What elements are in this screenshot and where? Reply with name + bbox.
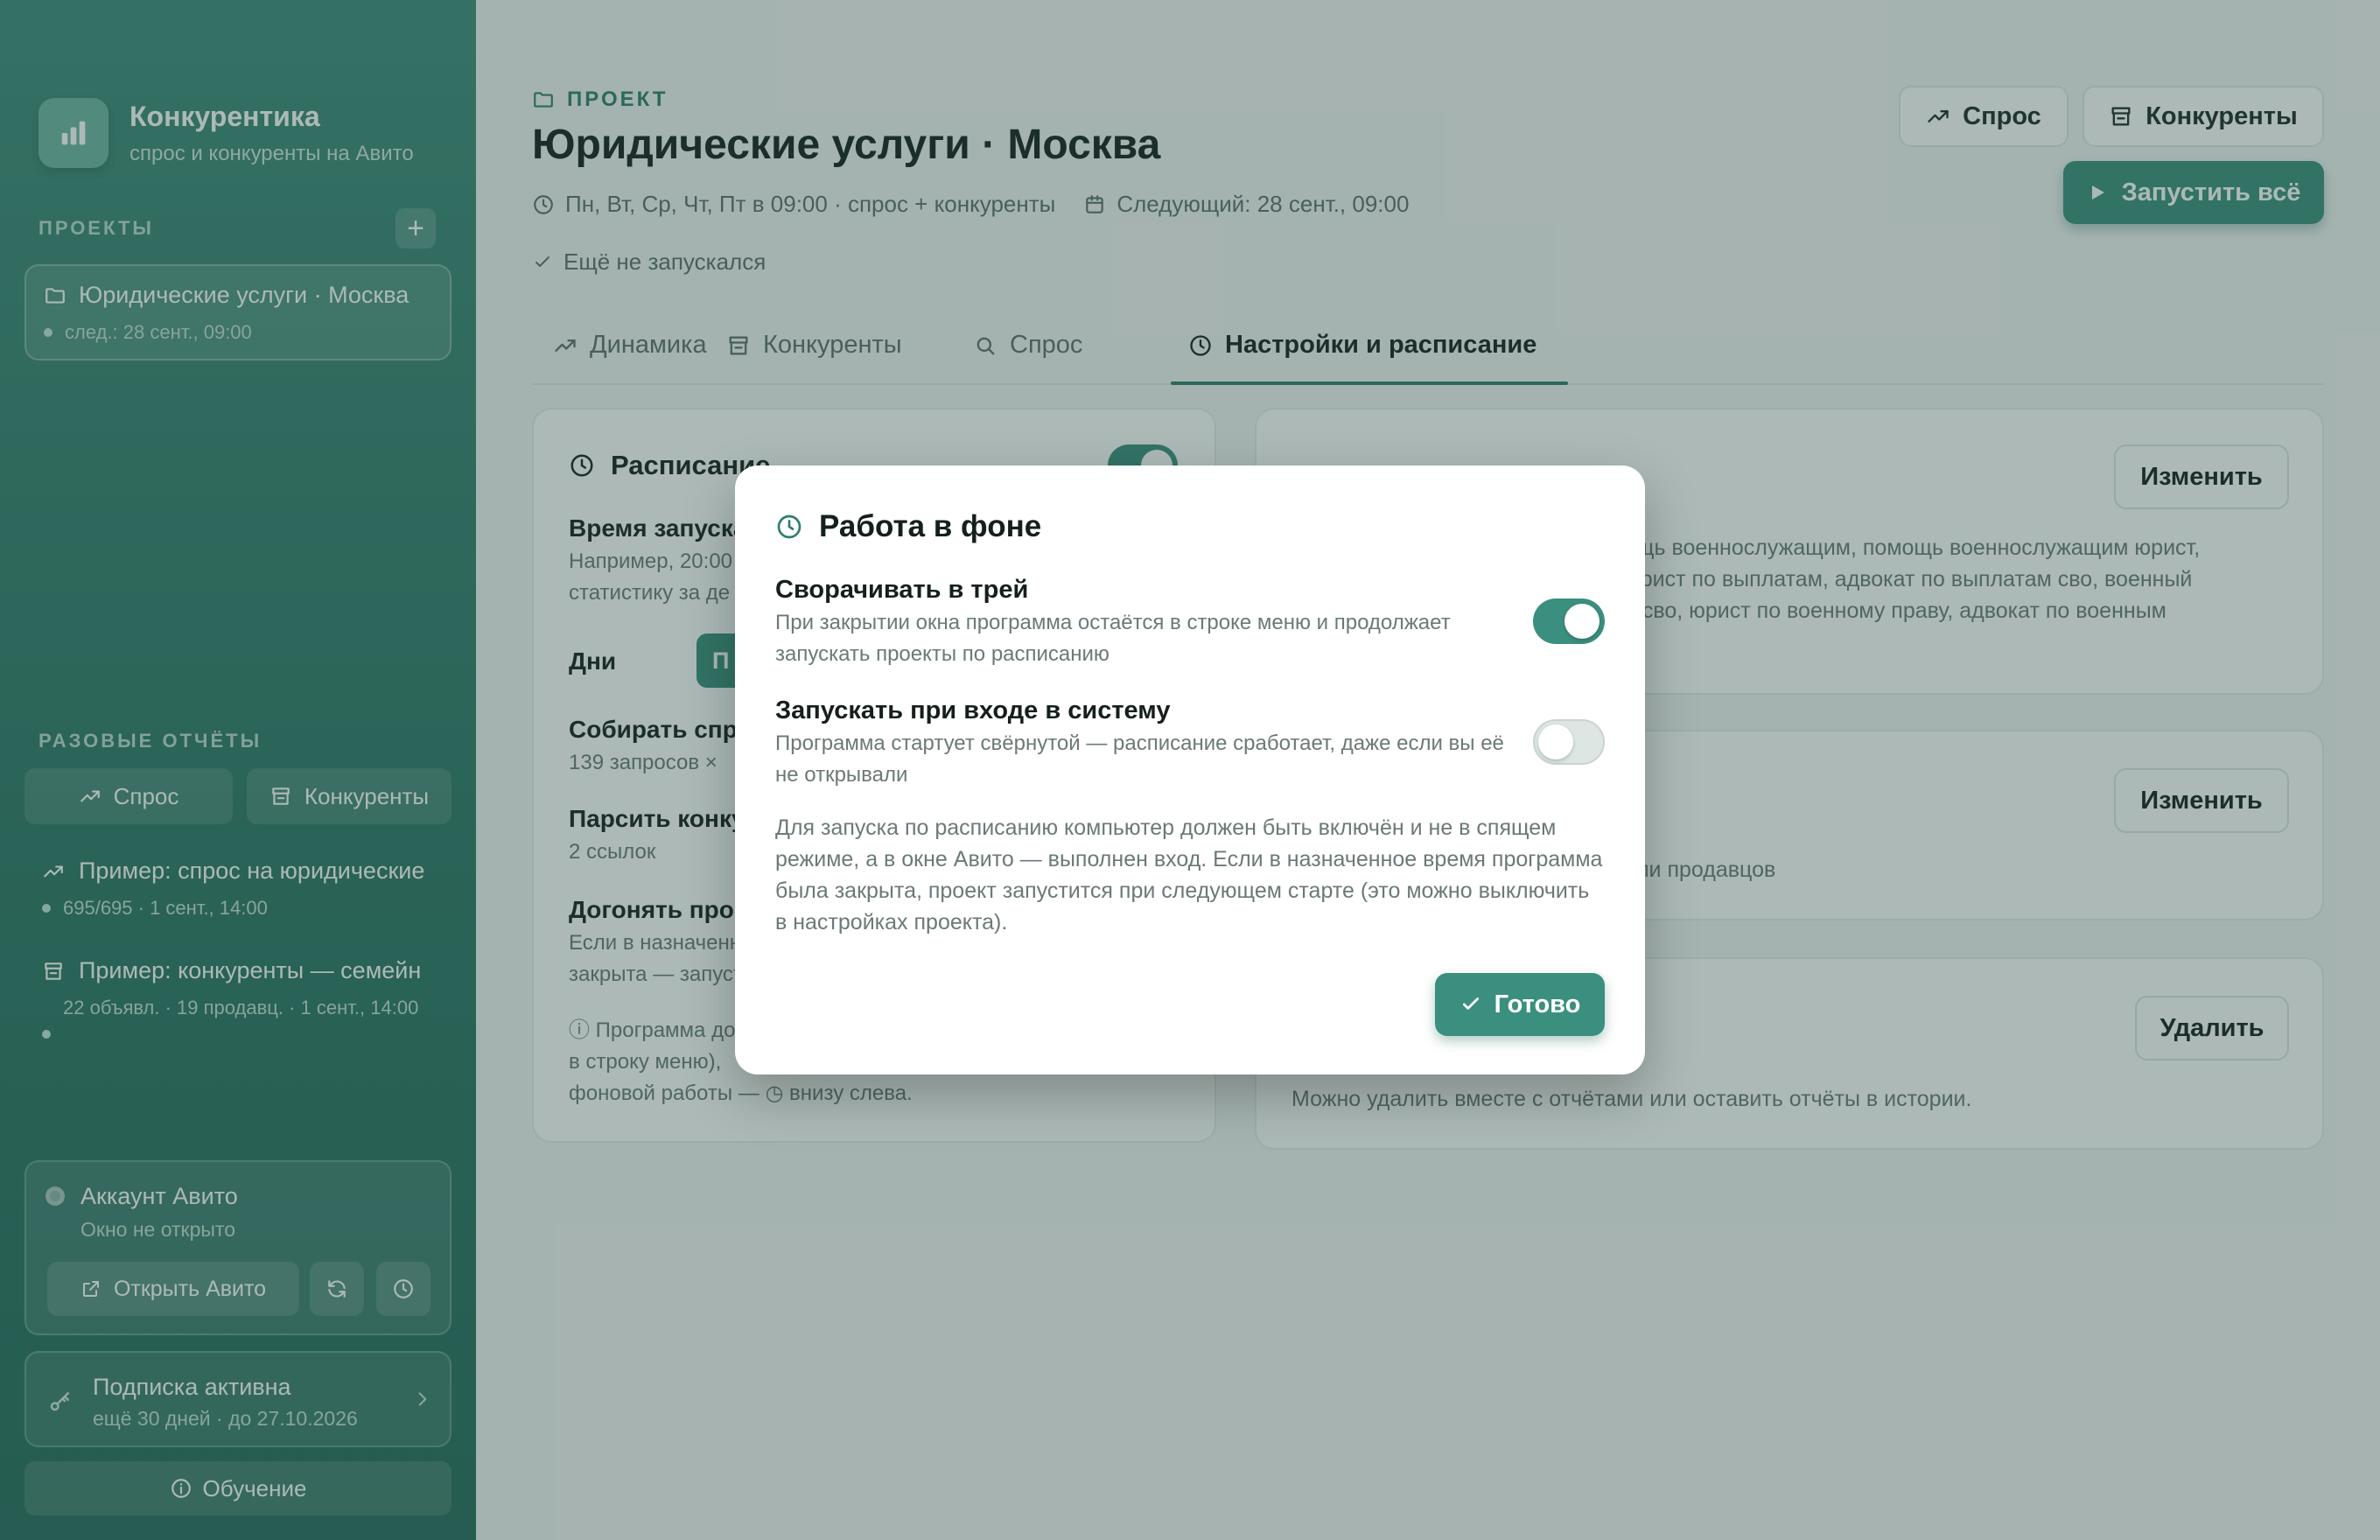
clock-icon [775, 513, 819, 541]
toggle-knob [1538, 724, 1573, 760]
launch-at-login-toggle[interactable] [1533, 719, 1605, 765]
dialog-title: Работа в фоне [819, 509, 1042, 543]
minimize-to-tray-label: Сворачивать в трей [775, 576, 1029, 604]
done-button[interactable]: Готово [1435, 973, 1605, 1036]
schedule-requirements-note: Для запуска по расписанию компьютер долж… [775, 816, 1603, 934]
minimize-to-tray-description: При закрытии окна программа остаётся в с… [775, 611, 1451, 666]
launch-at-login-label: Запускать при входе в систему [775, 696, 1171, 724]
minimize-to-tray-toggle[interactable] [1533, 598, 1605, 644]
background-mode-dialog: Работа в фоне Сворачивать в трей При зак… [735, 466, 1645, 1074]
toggle-knob [1564, 604, 1600, 639]
check-icon [1460, 993, 1494, 1016]
launch-at-login-description: Программа стартует свёрнутой — расписани… [775, 732, 1504, 787]
